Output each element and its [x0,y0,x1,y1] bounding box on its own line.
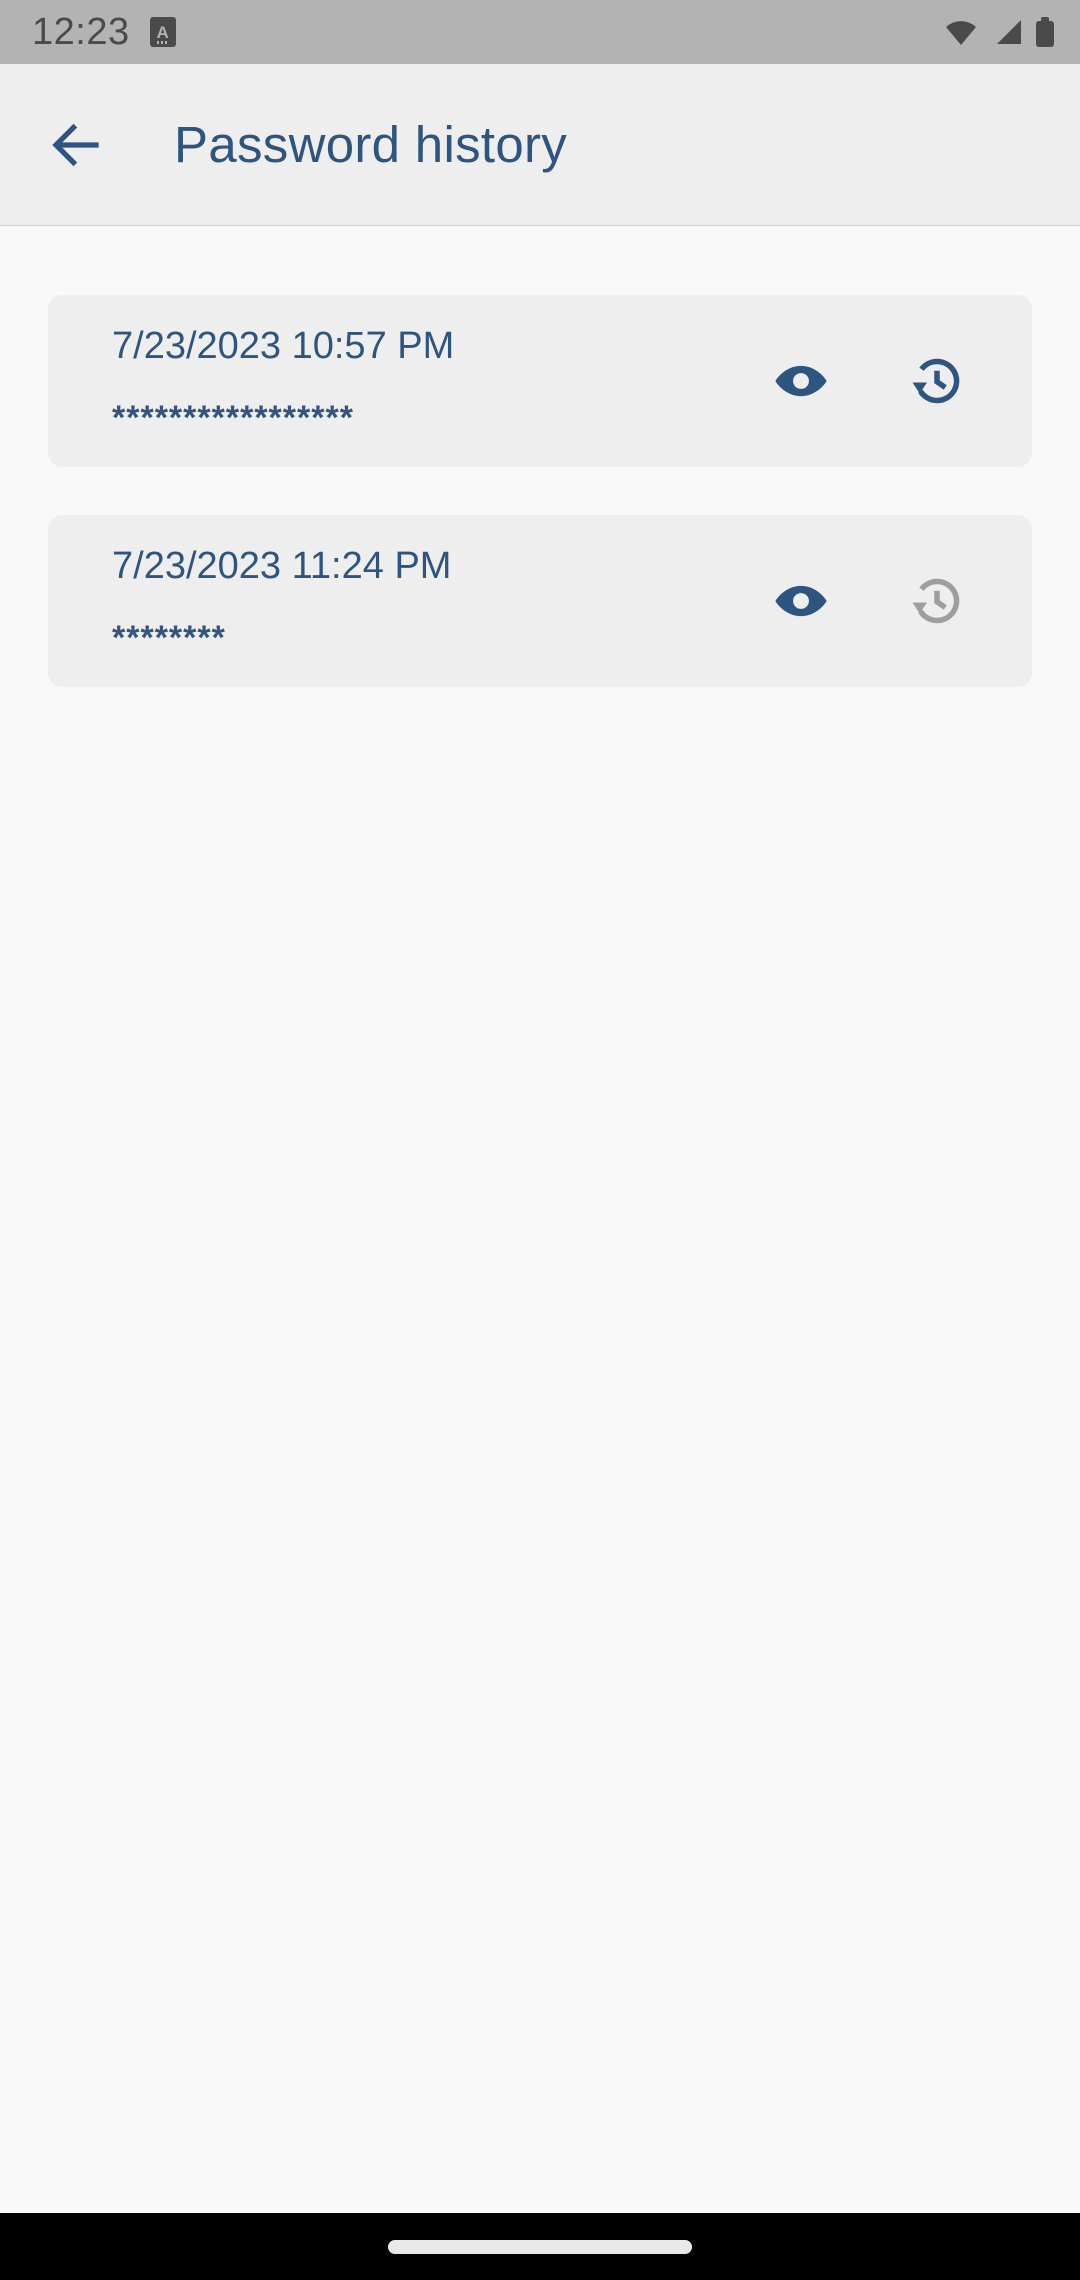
status-bar-right [944,17,1054,47]
back-arrow-icon [52,123,99,166]
history-entry-password: ******** [112,619,226,657]
password-history-list: 7/23/2023 10:57 PM ***************** 7/2… [0,227,1080,2213]
eye-icon [775,585,827,617]
eye-icon [775,365,827,397]
screen-password-history: 12:23 A Password history 7/23/2023 10:57… [0,0,1080,2280]
page-title: Password history [174,116,568,173]
status-bar-left: 12:23 A [32,13,176,51]
status-bar-clock: 12:23 [32,11,130,53]
history-entry-date: 7/23/2023 11:24 PM [112,545,452,587]
gesture-home-pill[interactable] [388,2239,692,2254]
gesture-navigation-bar [0,2213,1080,2280]
app-badge-icon: A [149,17,176,47]
app-badge-letter: A [156,22,169,42]
restore-password-button [898,562,976,640]
history-entry-actions [762,342,1008,420]
history-entry-date: 7/23/2023 10:57 PM [112,325,455,367]
wifi-icon [946,21,976,45]
status-bar: 12:23 A [0,0,1080,64]
app-bar: Password history [0,64,1080,226]
restore-history-icon [912,358,960,404]
back-button[interactable] [28,97,124,193]
history-entry-text: 7/23/2023 10:57 PM ***************** [68,327,762,435]
battery-body [1036,21,1054,47]
view-password-button[interactable] [762,342,840,420]
view-password-button[interactable] [762,562,840,640]
list-item[interactable]: 7/23/2023 10:57 PM ***************** [48,295,1032,467]
restore-history-icon [912,578,960,624]
battery-icon [1036,17,1054,47]
cellular-signal-icon [997,20,1021,44]
list-item[interactable]: 7/23/2023 11:24 PM ******** [48,515,1032,687]
history-entry-text: 7/23/2023 11:24 PM ******** [68,547,762,655]
restore-password-button[interactable] [898,342,976,420]
history-entry-actions [762,562,1008,640]
history-entry-password: ***************** [112,399,354,437]
